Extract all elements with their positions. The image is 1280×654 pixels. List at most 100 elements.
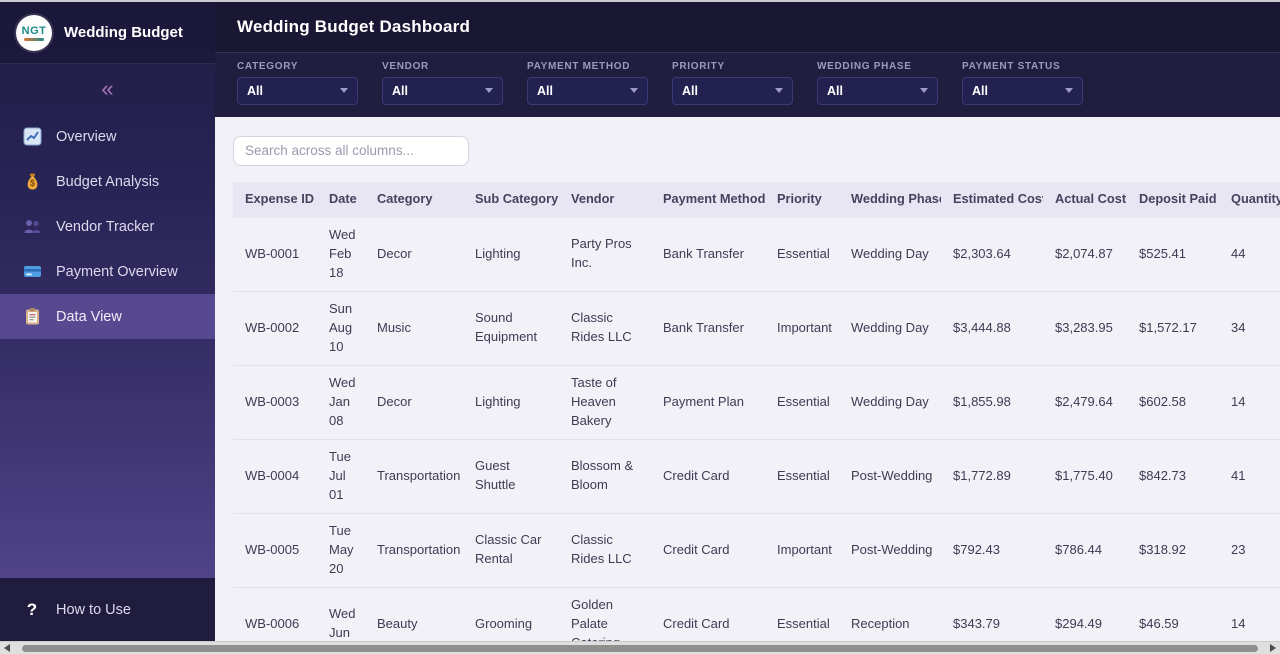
table-cell: $842.73 bbox=[1139, 467, 1186, 483]
table-cell: $1,775.40 bbox=[1055, 467, 1113, 483]
sidebar-item-vendor-tracker[interactable]: Vendor Tracker bbox=[0, 204, 215, 249]
payment-method-select[interactable]: All bbox=[527, 76, 648, 105]
sidebar-item-budget-analysis[interactable]: $ Budget Analysis bbox=[0, 159, 215, 204]
filter-wedding-phase: WEDDING PHASE All bbox=[817, 61, 938, 105]
column-header[interactable]: Estimated Cost bbox=[941, 182, 1043, 218]
question-icon: ? bbox=[26, 599, 38, 619]
column-header[interactable]: Actual Cost bbox=[1043, 182, 1127, 218]
table-cell: Wedding Day bbox=[851, 393, 929, 409]
table-cell: $2,074.87 bbox=[1055, 245, 1113, 261]
table-cell: Reception bbox=[851, 615, 910, 631]
table-cell: Taste of Heaven Bakery bbox=[571, 374, 617, 428]
sidebar-item-data-view[interactable]: Data View bbox=[0, 294, 215, 339]
sidebar-item-label: How to Use bbox=[56, 601, 131, 618]
chevron-down-icon bbox=[920, 88, 928, 94]
table-cell: $2,479.64 bbox=[1055, 393, 1113, 409]
table-row: WB-0001 Wed Feb 18 Decor Lighting Party Pros… bbox=[233, 217, 1280, 292]
filter-label: VENDOR bbox=[382, 60, 429, 72]
table-header: Expense ID Date Category Sub Category Vendor… bbox=[233, 181, 1280, 218]
table-row: WB-0006 Wed Jun Beauty Grooming Golden Palat… bbox=[233, 587, 1280, 641]
table-cell: $3,444.88 bbox=[953, 319, 1011, 335]
table-cell: $602.58 bbox=[1139, 393, 1186, 409]
table-cell: $1,772.89 bbox=[953, 467, 1011, 483]
scroll-left-icon[interactable] bbox=[4, 644, 10, 652]
column-header[interactable]: Quantity bbox=[1219, 182, 1280, 218]
filter-category: CATEGORY All bbox=[237, 61, 358, 105]
column-header[interactable]: Wedding Phase bbox=[839, 182, 941, 218]
table-cell: Credit Card bbox=[663, 541, 730, 557]
column-header[interactable]: Expense ID bbox=[233, 182, 317, 218]
scrollbar-thumb[interactable] bbox=[22, 644, 1258, 652]
clipboard-icon bbox=[22, 307, 42, 327]
table-cell: Payment Plan bbox=[663, 393, 744, 409]
table-cell: WB-0001 bbox=[245, 245, 300, 261]
table-cell: Sun Aug 10 bbox=[329, 300, 353, 354]
table-cell: 44 bbox=[1231, 245, 1246, 261]
data-table: Expense ID Date Category Sub Category Vendor… bbox=[233, 181, 1280, 641]
select-value: All bbox=[827, 83, 843, 98]
sidebar-item-payment-overview[interactable]: Payment Overview bbox=[0, 249, 215, 294]
brand-logo-icon: NGT bbox=[16, 14, 52, 51]
sidebar-item-label: Budget Analysis bbox=[56, 173, 160, 190]
table-cell: Classic Car Rental bbox=[475, 532, 542, 567]
select-value: All bbox=[392, 83, 408, 98]
filter-priority: PRIORITY All bbox=[672, 61, 793, 105]
column-header[interactable]: Deposit Paid bbox=[1127, 182, 1219, 218]
table-cell: WB-0006 bbox=[245, 615, 300, 631]
table-cell: Wed Jan 08 bbox=[329, 374, 356, 428]
sidebar-collapse-button[interactable]: « bbox=[0, 64, 215, 110]
filter-bar: CATEGORY All VENDOR All PAYMENT METHOD A… bbox=[215, 52, 1280, 117]
column-header[interactable]: Category bbox=[365, 182, 463, 218]
table-cell: Credit Card bbox=[663, 467, 730, 483]
scroll-right-icon[interactable] bbox=[1270, 644, 1276, 652]
main-area: Wedding Budget Dashboard CATEGORY All VE… bbox=[215, 2, 1280, 641]
sidebar-item-overview[interactable]: Overview bbox=[0, 114, 215, 159]
page-title: Wedding Budget Dashboard bbox=[237, 16, 471, 36]
column-header[interactable]: Payment Method bbox=[651, 182, 765, 218]
table-cell: Tue May 20 bbox=[329, 522, 354, 576]
filter-label: PAYMENT METHOD bbox=[527, 60, 631, 72]
table-cell: Essential bbox=[777, 393, 830, 409]
chevron-down-icon bbox=[775, 88, 783, 94]
sidebar-item-label: Data View bbox=[56, 308, 122, 325]
search-input[interactable] bbox=[233, 135, 469, 166]
payment-status-select[interactable]: All bbox=[962, 76, 1083, 105]
sidebar-item-label: Overview bbox=[56, 128, 117, 145]
table-cell: $1,572.17 bbox=[1139, 319, 1197, 335]
horizontal-scrollbar[interactable] bbox=[0, 641, 1280, 654]
table-cell: $294.49 bbox=[1055, 615, 1102, 631]
brand-name: Wedding Budget bbox=[64, 24, 183, 41]
sidebar-item-label: Payment Overview bbox=[56, 263, 178, 280]
table-cell: $46.59 bbox=[1139, 615, 1179, 631]
table-cell: 14 bbox=[1231, 393, 1246, 409]
table-cell: Classic Rides LLC bbox=[571, 532, 632, 567]
table-cell: Wed Feb 18 bbox=[329, 226, 356, 280]
column-header[interactable]: Vendor bbox=[559, 182, 651, 218]
table-cell: Music bbox=[377, 319, 411, 335]
vendor-select[interactable]: All bbox=[382, 76, 503, 105]
app-window: NGT Wedding Budget « Overview $ Budget A… bbox=[0, 0, 1280, 641]
logo-swoosh bbox=[24, 37, 44, 41]
column-header[interactable]: Sub Category bbox=[463, 182, 559, 218]
category-select[interactable]: All bbox=[237, 76, 358, 105]
table-cell: Lighting bbox=[475, 393, 521, 409]
sidebar-footer: ? How to Use bbox=[0, 578, 215, 641]
column-header[interactable]: Date bbox=[317, 182, 365, 218]
table-cell: Transportation bbox=[377, 541, 461, 557]
table-cell: Bank Transfer bbox=[663, 319, 744, 335]
table-cell: Guest Shuttle bbox=[475, 458, 516, 493]
sidebar-item-how-to-use[interactable]: ? How to Use bbox=[0, 578, 215, 641]
table-cell: Important bbox=[777, 541, 832, 557]
column-header[interactable]: Priority bbox=[765, 182, 839, 218]
table-cell: Decor bbox=[377, 245, 412, 261]
table-cell: Blossom & Bloom bbox=[571, 458, 634, 493]
table-cell: Credit Card bbox=[663, 615, 730, 631]
filter-payment-status: PAYMENT STATUS All bbox=[962, 61, 1083, 105]
wedding-phase-select[interactable]: All bbox=[817, 76, 938, 105]
people-icon bbox=[22, 217, 42, 237]
table-cell: 23 bbox=[1231, 541, 1246, 557]
priority-select[interactable]: All bbox=[672, 76, 793, 105]
filter-label: PRIORITY bbox=[672, 60, 725, 72]
content: Expense IDDateCategorySub CategoryVendor… bbox=[215, 116, 1280, 641]
filter-label: CATEGORY bbox=[237, 60, 299, 72]
